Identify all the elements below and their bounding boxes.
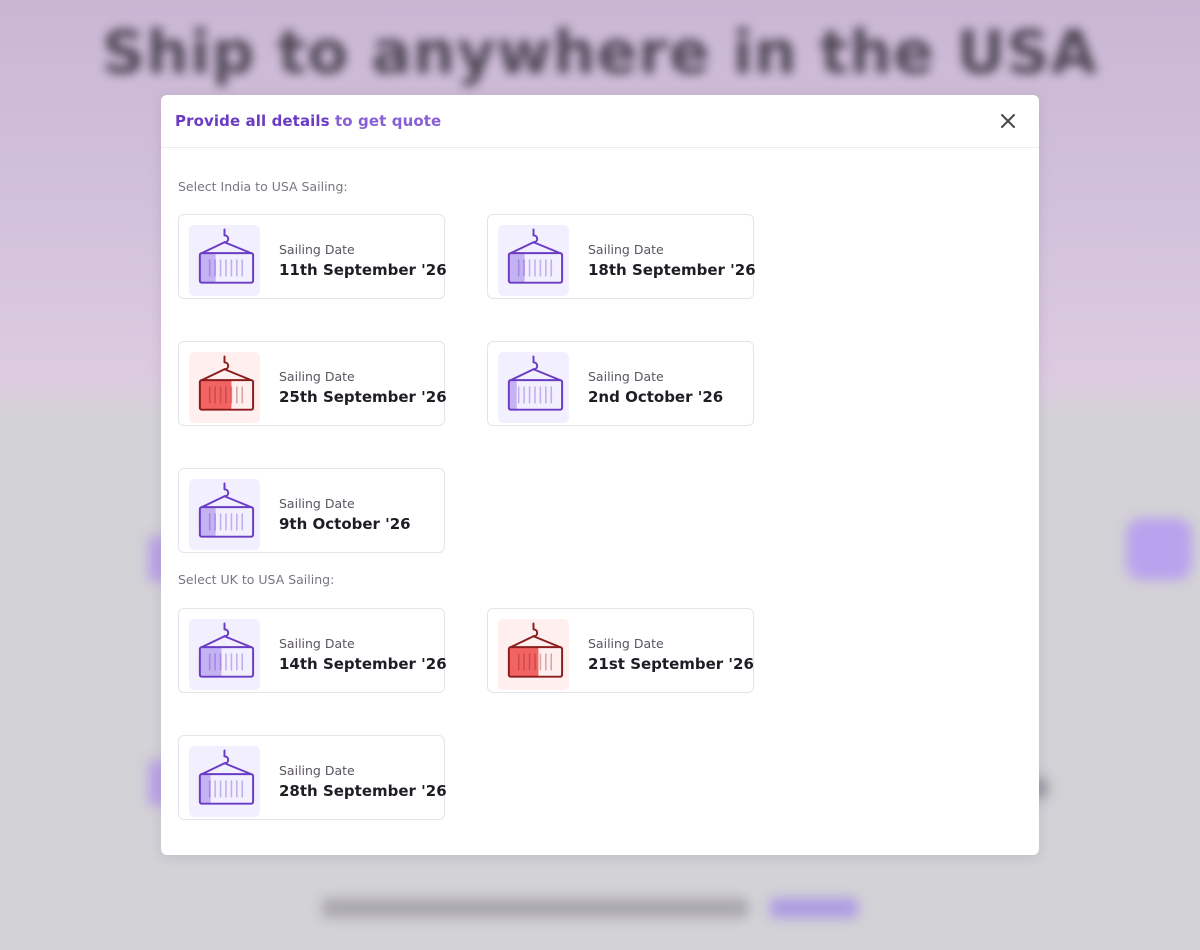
shipping-container-icon: [507, 621, 564, 678]
sailing-date-caption: Sailing Date: [279, 636, 355, 651]
sailing-date-caption: Sailing Date: [279, 369, 355, 384]
quote-modal: Provide all details to get quote Select …: [161, 95, 1039, 855]
modal-title-sub: to get quote: [329, 112, 442, 130]
sailing-date-caption: Sailing Date: [279, 763, 355, 778]
sailing-date-card[interactable]: Sailing Date 14th September '26: [178, 608, 447, 693]
section-label: Select India to USA Sailing:: [178, 179, 348, 194]
sailing-date-card[interactable]: Sailing Date 9th October '26: [178, 468, 445, 553]
shipping-container-icon: [507, 354, 564, 411]
container-icon-tile: [498, 225, 569, 296]
shipping-container-icon: [198, 227, 255, 284]
container-icon-tile: [189, 352, 260, 423]
sailing-date-value: 11th September '26: [279, 261, 447, 279]
sailing-date-caption: Sailing Date: [279, 242, 355, 257]
shipping-container-icon: [198, 354, 255, 411]
sailing-date-value: 25th September '26: [279, 388, 447, 406]
container-icon-tile: [498, 619, 569, 690]
sailing-date-card[interactable]: Sailing Date 21st September '26: [487, 608, 754, 693]
close-icon: [1001, 114, 1015, 128]
modal-header: Provide all details to get quote: [161, 95, 1039, 148]
sailing-date-card[interactable]: Sailing Date 2nd October '26: [487, 341, 754, 426]
container-icon-tile: [189, 619, 260, 690]
sailing-date-card[interactable]: Sailing Date 28th September '26: [178, 735, 447, 820]
container-icon-tile: [189, 225, 260, 296]
sailing-date-card[interactable]: Sailing Date 25th September '26: [178, 341, 447, 426]
section-label: Select UK to USA Sailing:: [178, 572, 335, 587]
sailing-date-value: 2nd October '26: [588, 388, 724, 406]
container-icon-tile: [189, 479, 260, 550]
sailing-date-value: 9th October '26: [279, 515, 411, 533]
sailing-date-value: 18th September '26: [588, 261, 756, 279]
container-icon-tile: [498, 352, 569, 423]
shipping-container-icon: [198, 621, 255, 678]
hero-title: Ship to anywhere in the USA: [102, 18, 1098, 88]
shipping-container-icon: [507, 227, 564, 284]
close-button[interactable]: [997, 110, 1019, 132]
bg-right-icon: [1126, 518, 1192, 580]
modal-title-main: Provide all details: [175, 112, 330, 130]
sailing-date-card[interactable]: Sailing Date 11th September '26: [178, 214, 447, 299]
bg-footer-text: [322, 898, 748, 918]
shipping-container-icon: [198, 481, 255, 538]
sailing-date-caption: Sailing Date: [588, 242, 664, 257]
shipping-container-icon: [198, 748, 255, 805]
sailing-date-value: 14th September '26: [279, 655, 447, 673]
bg-footer-link: [770, 898, 858, 918]
container-icon-tile: [189, 746, 260, 817]
sailing-date-value: 28th September '26: [279, 782, 447, 800]
sailing-date-value: 21st September '26: [588, 655, 754, 673]
modal-title: Provide all details to get quote: [175, 112, 441, 130]
sailing-date-card[interactable]: Sailing Date 18th September '26: [487, 214, 756, 299]
sailing-date-caption: Sailing Date: [279, 496, 355, 511]
sailing-date-caption: Sailing Date: [588, 636, 664, 651]
sailing-date-caption: Sailing Date: [588, 369, 664, 384]
